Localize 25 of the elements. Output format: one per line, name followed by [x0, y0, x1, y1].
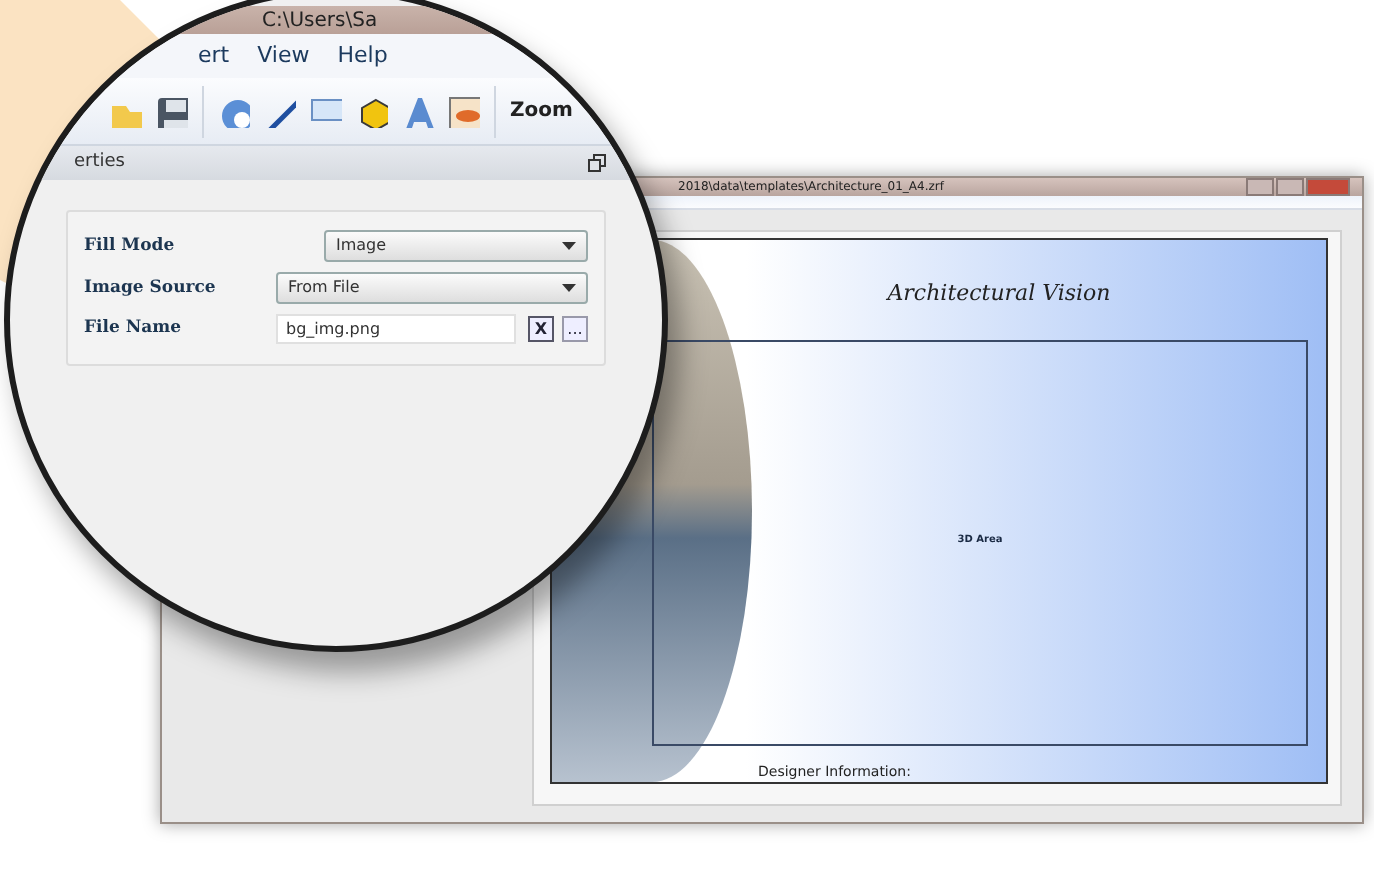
- menu-item[interactable]: Help: [337, 39, 388, 73]
- page-heading: Architectural Vision: [887, 278, 1111, 310]
- image-icon[interactable]: [448, 95, 480, 127]
- input-field[interactable]: bg_img.png: [276, 314, 516, 344]
- minimize-button[interactable]: [1246, 178, 1274, 196]
- restore-icon[interactable]: [588, 154, 606, 172]
- dropdown-arrow-icon: [562, 242, 576, 250]
- rectangle-icon[interactable]: [310, 95, 342, 127]
- menu-item[interactable]: ert: [198, 39, 230, 73]
- line-icon[interactable]: [264, 95, 296, 127]
- menu-item[interactable]: View: [257, 39, 310, 73]
- text-icon[interactable]: [402, 95, 434, 127]
- panel-title: erties: [74, 149, 125, 176]
- dropdown[interactable]: Image: [324, 230, 588, 262]
- zoom-label[interactable]: Zoom: [510, 96, 573, 126]
- field-label: File Name: [84, 316, 184, 342]
- window-title: C:\Users\Sa: [262, 10, 378, 32]
- dropdown[interactable]: From File: [276, 272, 588, 304]
- dropdown-arrow-icon: [562, 284, 576, 292]
- save-icon[interactable]: [156, 95, 188, 127]
- maximize-button[interactable]: [1276, 178, 1304, 196]
- browse-button[interactable]: ...: [562, 316, 588, 342]
- field-label: Image Source: [84, 275, 218, 301]
- field-label: Fill Mode: [84, 233, 177, 259]
- clear-button[interactable]: X: [528, 316, 554, 342]
